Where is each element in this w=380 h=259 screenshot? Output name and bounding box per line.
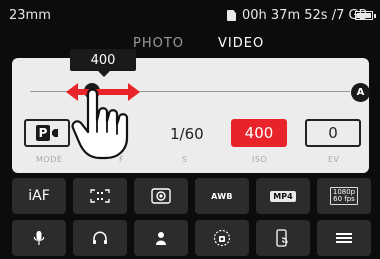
awb-label: AWB [211,191,233,201]
stabilization-icon [213,229,231,247]
label-aperture: F [119,155,125,164]
menu-icon [336,233,352,243]
metering-button[interactable] [134,178,188,214]
iso-button[interactable]: 400 [231,119,287,147]
recording-info: 00h 37m 52s /7 GB [227,8,367,23]
video-resolution-button[interactable]: 1080p 60 fps [317,178,371,214]
framerate-label: 60 fps [333,195,355,203]
video-camera-icon [52,129,58,137]
microphone-icon [33,231,45,245]
headphones-icon [93,231,107,244]
headphones-button[interactable] [73,220,127,256]
face-detection-button[interactable] [134,220,188,256]
focus-field-icon [90,189,110,203]
label-ev: EV [328,155,340,164]
sd-card-icon [227,10,236,21]
ev-button[interactable]: 0 [305,119,361,147]
tab-video[interactable]: VIDEO [218,36,264,51]
recording-time: 00h 37m 52s /7 GB [242,8,368,23]
metering-icon [151,188,171,204]
resolution-badge: 1080p 60 fps [329,187,359,205]
mode-button[interactable]: P [24,119,70,147]
auto-button[interactable]: A [351,83,370,102]
person-icon [156,232,166,245]
exposure-params: P 1/60 400 0 [12,116,369,156]
stabilization-button[interactable] [195,220,249,256]
slider-value-popup: 400 [70,49,136,77]
tab-photo[interactable]: PHOTO [133,36,184,51]
main-menu-button[interactable] [317,220,371,256]
quick-menu: iAF AWB MP4 1080p 60 fps [12,178,371,259]
focus-field-button[interactable] [73,178,127,214]
mode-value: P [36,125,50,141]
focal-length: 23mm [9,8,51,23]
microphone-button[interactable] [12,220,66,256]
status-bar: 23mm 00h 37m 52s /7 GB [0,0,380,28]
iaf-label: iAF [28,188,50,204]
af-mode-button[interactable]: iAF [12,178,66,214]
phone-icon [276,229,288,247]
shutter-value[interactable]: 1/60 [170,125,204,143]
label-shutter: S [182,155,188,164]
label-iso: ISO [252,155,268,164]
battery-icon [355,11,376,20]
mp4-label: MP4 [270,190,296,202]
mode-tabs: PHOTO VIDEO [0,36,380,56]
label-mode: MODE [36,155,63,164]
white-balance-button[interactable]: AWB [195,178,249,214]
file-format-button[interactable]: MP4 [256,178,310,214]
param-labels: MODE F S ISO EV [12,155,369,167]
app-connect-button[interactable] [256,220,310,256]
